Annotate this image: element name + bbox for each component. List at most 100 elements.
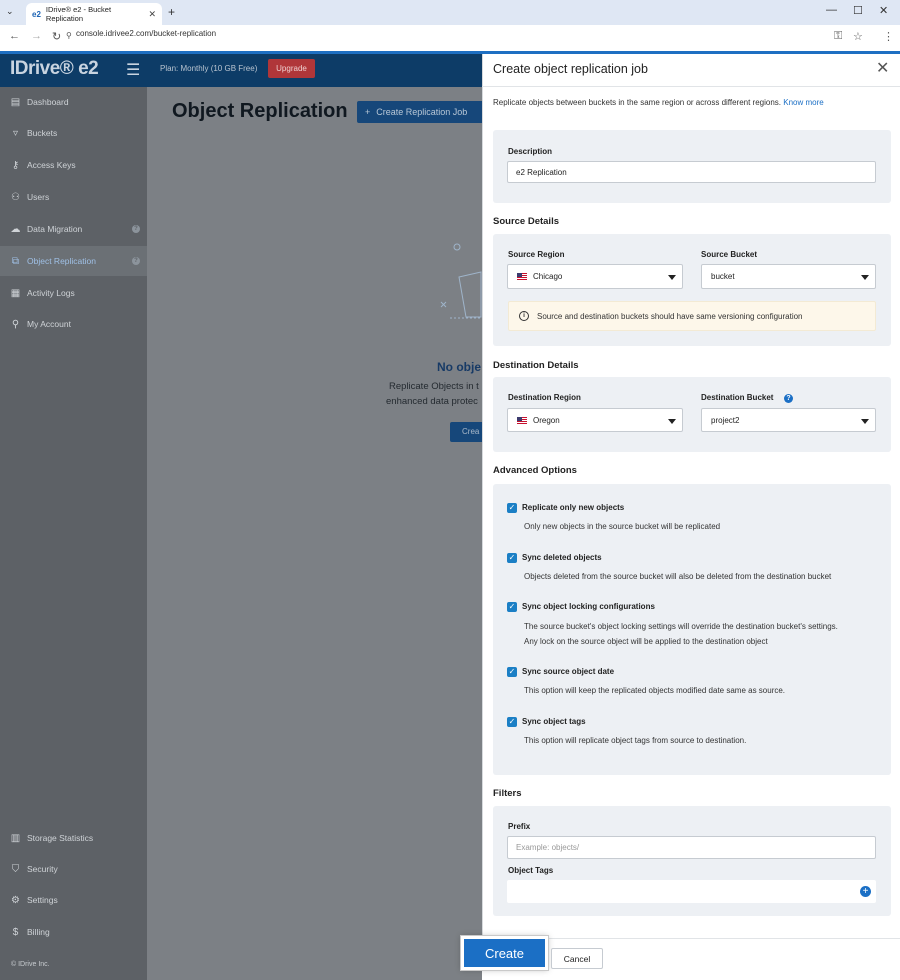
hamburger-menu-icon[interactable]: ☰ bbox=[126, 60, 140, 80]
know-more-link[interactable]: Know more bbox=[783, 98, 823, 107]
option-title: Sync deleted objects bbox=[522, 553, 602, 562]
address-bar[interactable]: console.idrivee2.com/bucket-replication bbox=[76, 29, 216, 38]
option-title: Replicate only new objects bbox=[522, 503, 625, 512]
new-tab-icon[interactable]: + bbox=[168, 5, 175, 19]
sidebar-item-label: Dashboard bbox=[27, 97, 69, 107]
users-icon: ⚇ bbox=[11, 191, 20, 203]
destination-region-label: Destination Region bbox=[508, 393, 581, 402]
object-tags-label: Object Tags bbox=[508, 866, 554, 875]
panel-title: Create object replication job bbox=[493, 62, 648, 76]
tab-search-chevron-icon[interactable]: ⌄ bbox=[6, 6, 14, 17]
back-icon[interactable]: ← bbox=[9, 30, 20, 42]
sidebar-item-my-account[interactable]: ⚲ My Account bbox=[0, 309, 147, 339]
divider bbox=[482, 86, 900, 87]
sidebar-item-users[interactable]: ⚇ Users bbox=[0, 182, 147, 212]
option-title: Sync object locking configurations bbox=[522, 602, 655, 611]
sidebar-item-label: Activity Logs bbox=[27, 288, 75, 298]
browser-tab[interactable]: e2 IDrive® e2 - Bucket Replication ✕ bbox=[26, 3, 162, 25]
browser-menu-icon[interactable]: ⋮ bbox=[883, 30, 894, 43]
destination-bucket-select[interactable]: project2 bbox=[701, 408, 876, 432]
destination-region-value: Oregon bbox=[533, 415, 560, 425]
option-description: Only new objects in the source bucket wi… bbox=[524, 522, 721, 531]
sidebar-item-label: Object Replication bbox=[27, 256, 96, 266]
info-icon: i bbox=[519, 311, 529, 321]
help-icon[interactable]: ? bbox=[784, 394, 793, 403]
create-replication-job-label: Create Replication Job bbox=[376, 107, 468, 117]
sidebar-item-billing[interactable]: $ Billing bbox=[0, 917, 147, 947]
forward-icon[interactable]: → bbox=[31, 30, 42, 42]
key-icon: ⚷ bbox=[11, 159, 20, 171]
destination-region-select[interactable]: Oregon bbox=[507, 408, 683, 432]
checkbox-checked-icon[interactable]: ✓ bbox=[507, 553, 517, 563]
object-tags-field[interactable] bbox=[507, 880, 876, 903]
create-replication-job-button[interactable]: + Create Replication Job bbox=[357, 101, 482, 123]
destination-bucket-label: Destination Bucket bbox=[701, 393, 774, 402]
prefix-label: Prefix bbox=[508, 822, 531, 831]
sidebar: ▤ Dashboard ▿ Buckets ⚷ Access Keys ⚇ Users … bbox=[0, 87, 147, 980]
dashboard-icon: ▤ bbox=[10, 96, 21, 108]
sidebar-item-label: Buckets bbox=[27, 128, 58, 138]
sidebar-item-label: Security bbox=[27, 864, 58, 874]
logs-icon: ▦ bbox=[10, 287, 21, 299]
cloud-icon: ☁ bbox=[10, 223, 21, 235]
create-button[interactable]: Create bbox=[461, 936, 548, 970]
add-tag-plus-icon[interactable]: + bbox=[860, 886, 871, 897]
prefix-input[interactable]: Example: objects/ bbox=[507, 836, 876, 859]
source-region-label: Source Region bbox=[508, 250, 565, 259]
plus-icon: + bbox=[365, 107, 371, 117]
source-region-select[interactable]: Chicago bbox=[507, 264, 683, 289]
shield-icon: ⛉ bbox=[11, 863, 20, 875]
reload-icon[interactable]: ↻ bbox=[52, 30, 61, 43]
sidebar-item-storage-statistics[interactable]: ▥ Storage Statistics bbox=[0, 823, 147, 853]
versioning-notice: i Source and destination buckets should h… bbox=[508, 301, 876, 331]
gear-icon: ⚙ bbox=[11, 894, 20, 906]
chevron-down-icon bbox=[668, 275, 676, 280]
window-close-icon[interactable]: ✕ bbox=[879, 4, 888, 17]
empty-create-button[interactable]: Crea bbox=[450, 422, 482, 442]
chevron-down-icon bbox=[861, 419, 869, 424]
sidebar-item-activity-logs[interactable]: ▦ Activity Logs bbox=[0, 278, 147, 308]
bookmark-star-icon[interactable]: ☆ bbox=[853, 30, 863, 43]
checkbox-checked-icon[interactable]: ✓ bbox=[507, 717, 517, 727]
chevron-down-icon bbox=[668, 419, 676, 424]
help-icon[interactable]: ? bbox=[132, 257, 140, 265]
tab-title: IDrive® e2 - Bucket Replication bbox=[45, 5, 112, 23]
site-info-icon[interactable]: ⚲ bbox=[66, 31, 72, 40]
cancel-button[interactable]: Cancel bbox=[551, 948, 603, 969]
password-key-icon[interactable]: ⚿ bbox=[834, 30, 842, 43]
sidebar-item-access-keys[interactable]: ⚷ Access Keys bbox=[0, 150, 147, 180]
sidebar-item-object-replication[interactable]: ⧉ Object Replication? bbox=[0, 246, 147, 276]
empty-state-title: No obje bbox=[437, 360, 481, 374]
tab-close-icon[interactable]: ✕ bbox=[148, 9, 156, 20]
maximize-icon[interactable]: ☐ bbox=[853, 4, 863, 17]
checkbox-checked-icon[interactable]: ✓ bbox=[507, 503, 517, 513]
sidebar-item-dashboard[interactable]: ▤ Dashboard bbox=[0, 87, 147, 117]
sidebar-item-buckets[interactable]: ▿ Buckets bbox=[0, 118, 147, 148]
option-description: This option will keep the replicated obj… bbox=[524, 686, 786, 695]
replication-icon: ⧉ bbox=[11, 255, 20, 267]
sidebar-item-settings[interactable]: ⚙ Settings bbox=[0, 885, 147, 915]
chevron-down-icon bbox=[861, 275, 869, 280]
sidebar-item-label: My Account bbox=[27, 319, 71, 329]
sidebar-item-data-migration[interactable]: ☁ Data Migration? bbox=[0, 214, 147, 244]
close-icon[interactable]: ✕ bbox=[876, 58, 889, 78]
notice-text: Source and destination buckets should ha… bbox=[537, 311, 803, 321]
option-title: Sync source object date bbox=[522, 667, 615, 676]
option-title: Sync object tags bbox=[522, 717, 586, 726]
destination-bucket-value: project2 bbox=[711, 415, 740, 425]
sidebar-item-label: Settings bbox=[27, 895, 58, 905]
dollar-icon: $ bbox=[12, 926, 19, 938]
sidebar-item-label: Billing bbox=[27, 927, 50, 937]
upgrade-button[interactable]: Upgrade bbox=[268, 59, 315, 78]
logo[interactable]: IDrive® e2 bbox=[10, 58, 99, 80]
sidebar-item-security[interactable]: ⛉ Security bbox=[0, 854, 147, 884]
help-icon[interactable]: ? bbox=[132, 225, 140, 233]
empty-state-description: enhanced data protec bbox=[386, 396, 478, 407]
checkbox-checked-icon[interactable]: ✓ bbox=[507, 602, 517, 612]
source-bucket-select[interactable]: bucket bbox=[701, 264, 876, 289]
description-input[interactable]: e2 Replication bbox=[507, 161, 876, 183]
chart-icon: ▥ bbox=[10, 832, 21, 844]
checkbox-checked-icon[interactable]: ✓ bbox=[507, 667, 517, 677]
minimize-icon[interactable]: — bbox=[826, 4, 837, 16]
sidebar-item-label: Storage Statistics bbox=[27, 833, 94, 843]
